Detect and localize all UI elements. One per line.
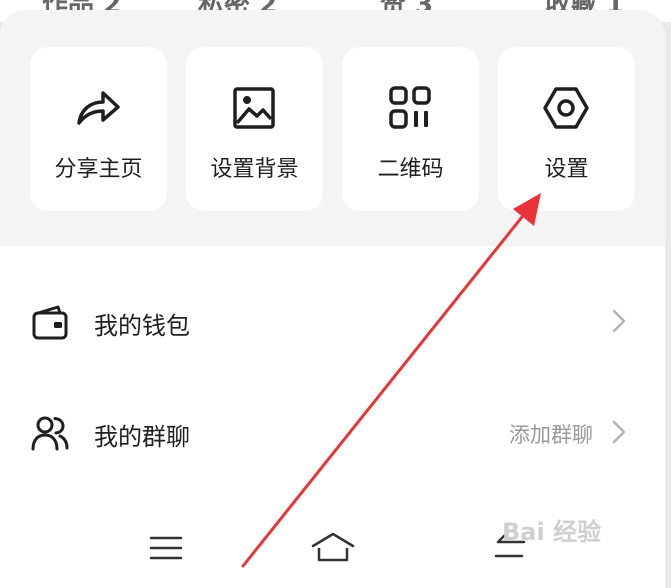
share-profile-label: 分享主页 xyxy=(54,157,143,182)
group-chat-row[interactable]: 我的群聊 添加群聊 xyxy=(0,397,665,467)
group-chat-label: 我的群聊 xyxy=(94,423,190,451)
chevron-right-icon xyxy=(612,309,626,333)
baidu-watermark: Bai 经验 xyxy=(502,518,602,546)
chevron-right-icon xyxy=(612,420,626,444)
image-icon xyxy=(233,87,275,129)
menu-icon[interactable] xyxy=(148,528,184,568)
qr-code-icon xyxy=(389,86,431,129)
wallet-row[interactable]: 我的钱包 xyxy=(0,286,665,356)
home-icon[interactable] xyxy=(310,528,356,568)
share-profile-button[interactable]: 分享主页 xyxy=(30,47,167,211)
settings-hexagon-icon xyxy=(543,87,589,129)
settings-button[interactable]: 设置 xyxy=(498,47,635,211)
wallet-label: 我的钱包 xyxy=(94,312,190,340)
share-icon xyxy=(77,91,120,125)
settings-label: 设置 xyxy=(544,157,589,182)
qr-code-label: 二维码 xyxy=(377,157,444,182)
set-background-button[interactable]: 设置背景 xyxy=(186,47,323,211)
bottom-sheet: 分享主页 设置背景 二维码 设置 我的钱包 我的群聊 添加群聊 xyxy=(0,10,665,588)
qr-code-button[interactable]: 二维码 xyxy=(342,47,479,211)
add-group-chat-link[interactable]: 添加群聊 xyxy=(509,419,593,449)
set-background-label: 设置背景 xyxy=(210,157,299,182)
wallet-icon xyxy=(32,305,68,340)
group-users-icon xyxy=(31,416,69,451)
quick-actions-panel: 分享主页 设置背景 二维码 设置 xyxy=(0,10,665,246)
